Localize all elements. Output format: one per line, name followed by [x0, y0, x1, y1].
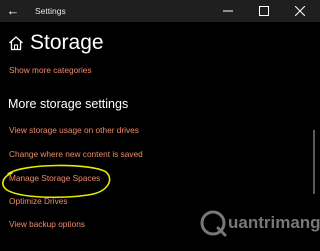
watermark-text: uantrimang: [228, 213, 320, 232]
page-header: Storage: [0, 22, 320, 62]
view-backup-options-link[interactable]: View backup options: [9, 218, 85, 230]
home-icon: [9, 36, 23, 51]
close-icon: [295, 6, 305, 16]
section-heading-more-storage: More storage settings: [8, 97, 129, 111]
scrollbar[interactable]: [313, 130, 315, 194]
maximize-button[interactable]: [246, 0, 282, 22]
watermark-logo-icon: [200, 210, 227, 237]
close-button[interactable]: [282, 0, 318, 22]
maximize-icon: [259, 6, 269, 16]
minimize-button[interactable]: [210, 0, 246, 22]
back-arrow-icon[interactable]: ←: [4, 2, 22, 20]
page-title: Storage: [30, 31, 104, 54]
optimize-drives-link[interactable]: Optimize Drives: [9, 195, 68, 207]
title-bar: ← Settings: [0, 0, 320, 22]
view-storage-usage-link[interactable]: View storage usage on other drives: [9, 124, 139, 136]
manage-storage-spaces-link[interactable]: Manage Storage Spaces: [9, 172, 100, 184]
show-more-categories-link[interactable]: Show more categories: [9, 64, 92, 76]
window-title: Settings: [35, 6, 66, 16]
watermark: uantrimang: [190, 204, 320, 244]
minimize-icon: [223, 10, 233, 12]
change-new-content-location-link[interactable]: Change where new content is saved: [9, 148, 143, 160]
